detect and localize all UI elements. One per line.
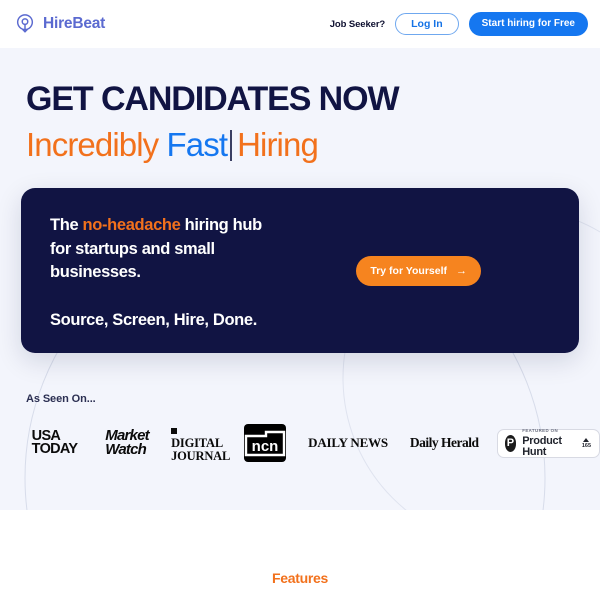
job-seeker-link[interactable]: Job Seeker? [330,19,386,30]
typing-caret-icon [230,129,233,161]
logo-daily-news: DAILY NEWS [308,435,388,451]
logo-ncn: ncn [244,424,287,463]
arrow-right-icon: → [456,264,467,277]
header-actions: Job Seeker? Log In Start hiring for Free [330,12,588,36]
daily-herald-text: Daily Herald [409,435,479,451]
hirebeat-target-icon [14,13,36,35]
brand-name: HireBeat [43,15,106,32]
digital-journal-line2: JOURNAL [171,448,231,463]
try-for-yourself-button[interactable]: Try for Yourself → [356,256,481,287]
hero-promo-card: The no-headache hiring hub for startups … [21,188,579,354]
product-hunt-count: 165 [581,442,592,449]
hero-subtitle: Incredibly Fast Hiring [26,125,600,163]
product-hunt-upvotes: 165 [581,437,592,450]
logo-digital-journal: DIGITAL JOURNAL [171,425,230,463]
subtitle-word-fast: Fast [166,125,228,163]
copy-line-b: for startups and small [50,239,215,258]
logo-market-watch: Market Watch [97,428,157,459]
product-hunt-name: Product Hunt [522,434,562,458]
product-hunt-eyebrow: FEATURED ON [522,428,559,434]
site-header: HireBeat Job Seeker? Log In Start hiring… [0,0,600,48]
brand-logo[interactable]: HireBeat [14,13,105,35]
product-hunt-text: FEATURED ON Product Hunt [522,428,568,458]
login-button[interactable]: Log In [395,12,459,36]
subtitle-word-incredibly: Incredibly [26,125,159,163]
product-hunt-badge[interactable]: P FEATURED ON Product Hunt 165 [496,428,600,458]
promo-card-tagline: Source, Screen, Hire, Done. [50,310,257,329]
digital-journal-line1: DIGITAL [171,436,223,451]
as-seen-on-title: As Seen On... [26,393,96,406]
features-title: Features [272,570,328,586]
hero-section: GET CANDIDATES NOW Incredibly Fast Hiring… [0,48,600,510]
hero-content: GET CANDIDATES NOW Incredibly Fast Hiring [0,80,600,163]
usa-today-line2: TODAY [31,441,78,458]
daily-news-text: DAILY NEWS [308,435,388,451]
digital-journal-square-icon [171,427,178,434]
triangle-up-icon [583,437,590,442]
copy-line-a-post: hiring hub [180,216,263,235]
as-seen-on-section: As Seen On... USA TODAY Market Watch DIG… [0,393,600,463]
copy-line-c: businesses. [50,263,141,282]
ncn-mark-icon: ncn [244,430,286,457]
copy-highlight-no-headache: no-headache [82,216,181,235]
market-watch-line2: Watch [105,441,147,459]
copy-line-a-pre: The [50,216,83,235]
logo-usa-today: USA TODAY [26,429,83,458]
product-hunt-icon: P [504,434,517,452]
start-hiring-button[interactable]: Start hiring for Free [468,12,588,36]
logo-daily-herald: Daily Herald [410,435,479,451]
try-button-label: Try for Yourself [370,265,447,278]
press-logo-list: USA TODAY Market Watch DIGITAL JOURNAL n… [26,423,600,463]
features-section: Features [0,510,600,600]
svg-text:ncn: ncn [252,438,279,455]
subtitle-word-hiring: Hiring [237,125,319,163]
page-title: GET CANDIDATES NOW [26,80,400,118]
